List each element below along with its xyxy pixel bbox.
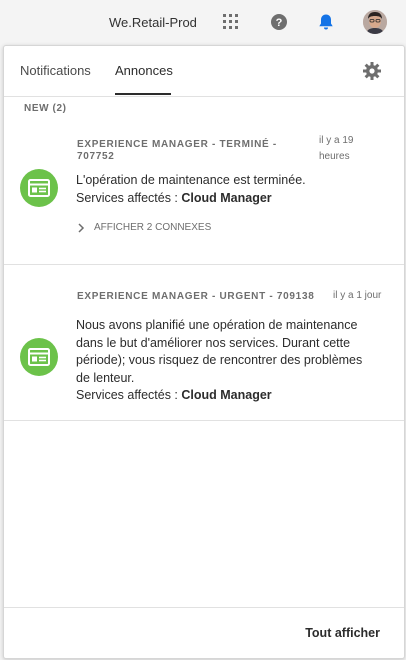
affected-services: Services affectés : Cloud Manager: [76, 190, 376, 208]
apps-grid-icon[interactable]: [221, 12, 241, 32]
announcement-message: L'opération de maintenance est terminée.: [76, 173, 306, 187]
announcement-body: L'opération de maintenance est terminée.…: [76, 172, 376, 207]
notifications-panel: Notifications Annonces NEW (2) EXPERIENC…: [3, 45, 405, 659]
announcement-heading: EXPERIENCE MANAGER - URGENT - 709138: [77, 291, 315, 302]
top-bar: We.Retail-Prod ?: [0, 0, 406, 44]
org-switcher[interactable]: We.Retail-Prod: [109, 15, 197, 30]
help-icon[interactable]: ?: [269, 12, 289, 32]
announcement-time: il y a 1 jour: [333, 290, 382, 301]
announcement-time: il y a 19 heures: [319, 135, 354, 162]
gear-icon[interactable]: [362, 61, 382, 81]
panel-tabs: Notifications Annonces: [4, 46, 404, 97]
panel-footer: Tout afficher: [4, 607, 404, 658]
services-label: Services affectés :: [76, 388, 182, 402]
announcement-card[interactable]: EXPERIENCE MANAGER - URGENT - 709138 il …: [4, 265, 404, 421]
announcement-card[interactable]: EXPERIENCE MANAGER - TERMINÉ - 707752 il…: [4, 118, 404, 265]
services-value: Cloud Manager: [181, 388, 272, 402]
tab-notifications[interactable]: Notifications: [20, 63, 91, 78]
announcement-message: Nous avons planifié une opération de mai…: [76, 318, 363, 385]
chevron-right-icon: [78, 222, 85, 233]
announcement-body: Nous avons planifié une opération de mai…: [76, 317, 376, 405]
avatar[interactable]: [363, 10, 387, 34]
announcement-icon: [20, 338, 58, 376]
services-label: Services affectés :: [76, 190, 182, 205]
tab-annonces[interactable]: Annonces: [115, 63, 173, 78]
show-all-button[interactable]: Tout afficher: [305, 626, 380, 640]
announcement-icon: [20, 169, 58, 207]
svg-text:?: ?: [276, 17, 283, 29]
announcement-heading: EXPERIENCE MANAGER - TERMINÉ - 707752: [77, 139, 277, 162]
section-title: NEW (2): [24, 103, 67, 114]
bell-icon[interactable]: [316, 12, 336, 32]
show-related-label: AFFICHER 2 CONNEXES: [94, 222, 212, 233]
affected-services: Services affectés : Cloud Manager: [76, 387, 376, 405]
services-value: Cloud Manager: [181, 190, 272, 205]
active-tab-indicator: [115, 93, 171, 95]
show-related-button[interactable]: AFFICHER 2 CONNEXES: [76, 222, 211, 233]
